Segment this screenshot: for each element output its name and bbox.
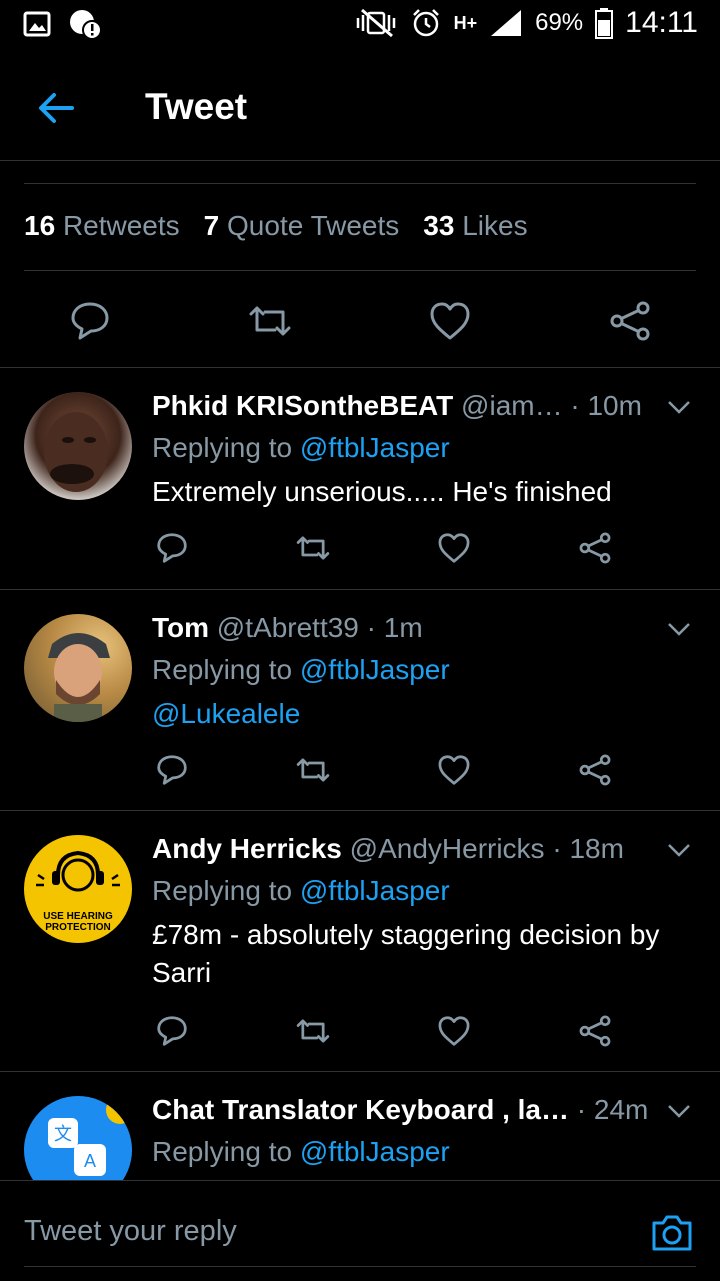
avatar-logo: USE HEARING PROTECTION	[36, 850, 120, 933]
reply-text: £78m - absolutely staggering decision by…	[152, 919, 660, 988]
reply-icon[interactable]	[154, 1013, 190, 1049]
avatar[interactable]: USE HEARING PROTECTION	[24, 835, 132, 943]
replying-to: Replying to @ftblJasper	[152, 875, 450, 906]
camera-icon[interactable]	[650, 1211, 694, 1255]
status-bar: H+ 69% 14:11	[0, 0, 720, 52]
tweet-actions	[0, 290, 720, 354]
gallery-icon	[23, 11, 51, 37]
reply-header: Tom @tAbrett39 · 1m	[152, 612, 660, 644]
reply-header: Phkid KRISontheBEAT @iam… · 10m	[152, 390, 660, 422]
retweet-icon[interactable]	[295, 1013, 331, 1049]
retweet-icon[interactable]	[295, 530, 331, 566]
replying-to: Replying to @ftblJasper	[152, 432, 450, 463]
reply-header: Chat Translator Keyboard , la… · 24m	[152, 1094, 660, 1126]
back-arrow-icon[interactable]	[34, 86, 78, 130]
handle-time: @tAbrett39 · 1m	[209, 612, 423, 643]
battery-icon	[595, 8, 614, 39]
share-icon[interactable]	[577, 1013, 613, 1049]
network-type: H+	[453, 13, 478, 33]
tweet-stats: 16 Retweets 7 Quote Tweets 33 Likes	[24, 210, 528, 242]
replying-handle-link[interactable]: @ftblJasper	[300, 875, 450, 906]
reply-actions	[152, 752, 632, 792]
replying-handle-link[interactable]: @ftblJasper	[300, 432, 450, 463]
like-heart-icon[interactable]	[436, 752, 472, 788]
reply-actions	[152, 530, 632, 570]
reply-actions	[152, 1013, 632, 1053]
retweets-stat[interactable]: 16 Retweets	[24, 210, 180, 242]
handle-time: @iam… · 10m	[453, 390, 642, 421]
author-name[interactable]: Phkid KRISontheBEAT	[152, 390, 453, 421]
reply-tweet[interactable]: USE HEARING PROTECTION Andy Herricks @An…	[0, 811, 720, 1072]
avatar-photo	[44, 412, 108, 492]
svg-text:USE HEARING: USE HEARING	[43, 911, 113, 922]
top-bar: Tweet	[0, 60, 720, 161]
chevron-down-icon[interactable]	[666, 394, 692, 420]
chevron-down-icon[interactable]	[666, 1098, 692, 1124]
retweet-icon[interactable]	[247, 298, 293, 344]
handle-time: @AndyHerricks · 18m	[341, 833, 624, 864]
reply-icon[interactable]	[154, 530, 190, 566]
reply-input[interactable]: Tweet your reply	[24, 1215, 237, 1248]
reply-text: Extremely unserious..... He's finished	[152, 476, 612, 507]
like-heart-icon[interactable]	[427, 298, 473, 344]
translate-app-icon: 文 A	[48, 1096, 132, 1176]
reply-tweet[interactable]: Phkid KRISontheBEAT @iam… · 10m Replying…	[0, 368, 720, 590]
reply-icon[interactable]	[67, 298, 113, 344]
clock: 14:11	[625, 6, 698, 39]
share-icon[interactable]	[577, 530, 613, 566]
likes-stat[interactable]: 33 Likes	[423, 210, 527, 242]
replying-handle-link[interactable]: @ftblJasper	[300, 1136, 450, 1167]
quote-tweets-stat[interactable]: 7 Quote Tweets	[204, 210, 400, 242]
like-heart-icon[interactable]	[436, 1013, 472, 1049]
like-heart-icon[interactable]	[436, 530, 472, 566]
signal-icon	[491, 10, 522, 36]
svg-text:PROTECTION: PROTECTION	[45, 922, 111, 933]
chevron-down-icon[interactable]	[666, 616, 692, 642]
alarm-icon	[412, 9, 439, 37]
divider	[24, 270, 696, 271]
chevron-down-icon[interactable]	[666, 837, 692, 863]
share-icon[interactable]	[607, 298, 653, 344]
page-title: Tweet	[145, 86, 248, 127]
divider	[24, 1266, 696, 1267]
battery-percent: 69%	[535, 9, 584, 36]
author-name[interactable]: Tom	[152, 612, 209, 643]
alert-icon	[70, 10, 102, 40]
mute-vibrate-icon	[356, 8, 395, 38]
svg-text:A: A	[84, 1151, 96, 1171]
svg-text:文: 文	[54, 1124, 72, 1145]
replying-handle-link[interactable]: @ftblJasper	[300, 654, 450, 685]
reply-tweet[interactable]: Tom @tAbrett39 · 1m Replying to @ftblJas…	[0, 590, 720, 811]
reply-composer[interactable]: Tweet your reply	[0, 1180, 720, 1281]
reply-header: Andy Herricks @AndyHerricks · 18m	[152, 833, 660, 865]
share-icon[interactable]	[577, 752, 613, 788]
avatar[interactable]	[24, 392, 132, 500]
author-name[interactable]: Andy Herricks	[152, 833, 342, 864]
author-name[interactable]: Chat Translator Keyboard , la…	[152, 1094, 569, 1125]
retweet-icon[interactable]	[295, 752, 331, 788]
replying-to: Replying to @ftblJasper	[152, 654, 450, 685]
divider	[24, 183, 696, 184]
avatar-photo	[48, 633, 110, 722]
avatar[interactable]: 文 A	[24, 1096, 132, 1180]
avatar[interactable]	[24, 614, 132, 722]
reply-tweet[interactable]: 文 A Chat Translator Keyboard , la… · 24m…	[0, 1072, 720, 1180]
reply-icon[interactable]	[154, 752, 190, 788]
reply-mention-link[interactable]: @Lukealele	[152, 695, 696, 733]
handle-time: · 24m	[569, 1094, 649, 1125]
replying-to: Replying to @ftblJasper	[152, 1136, 450, 1167]
